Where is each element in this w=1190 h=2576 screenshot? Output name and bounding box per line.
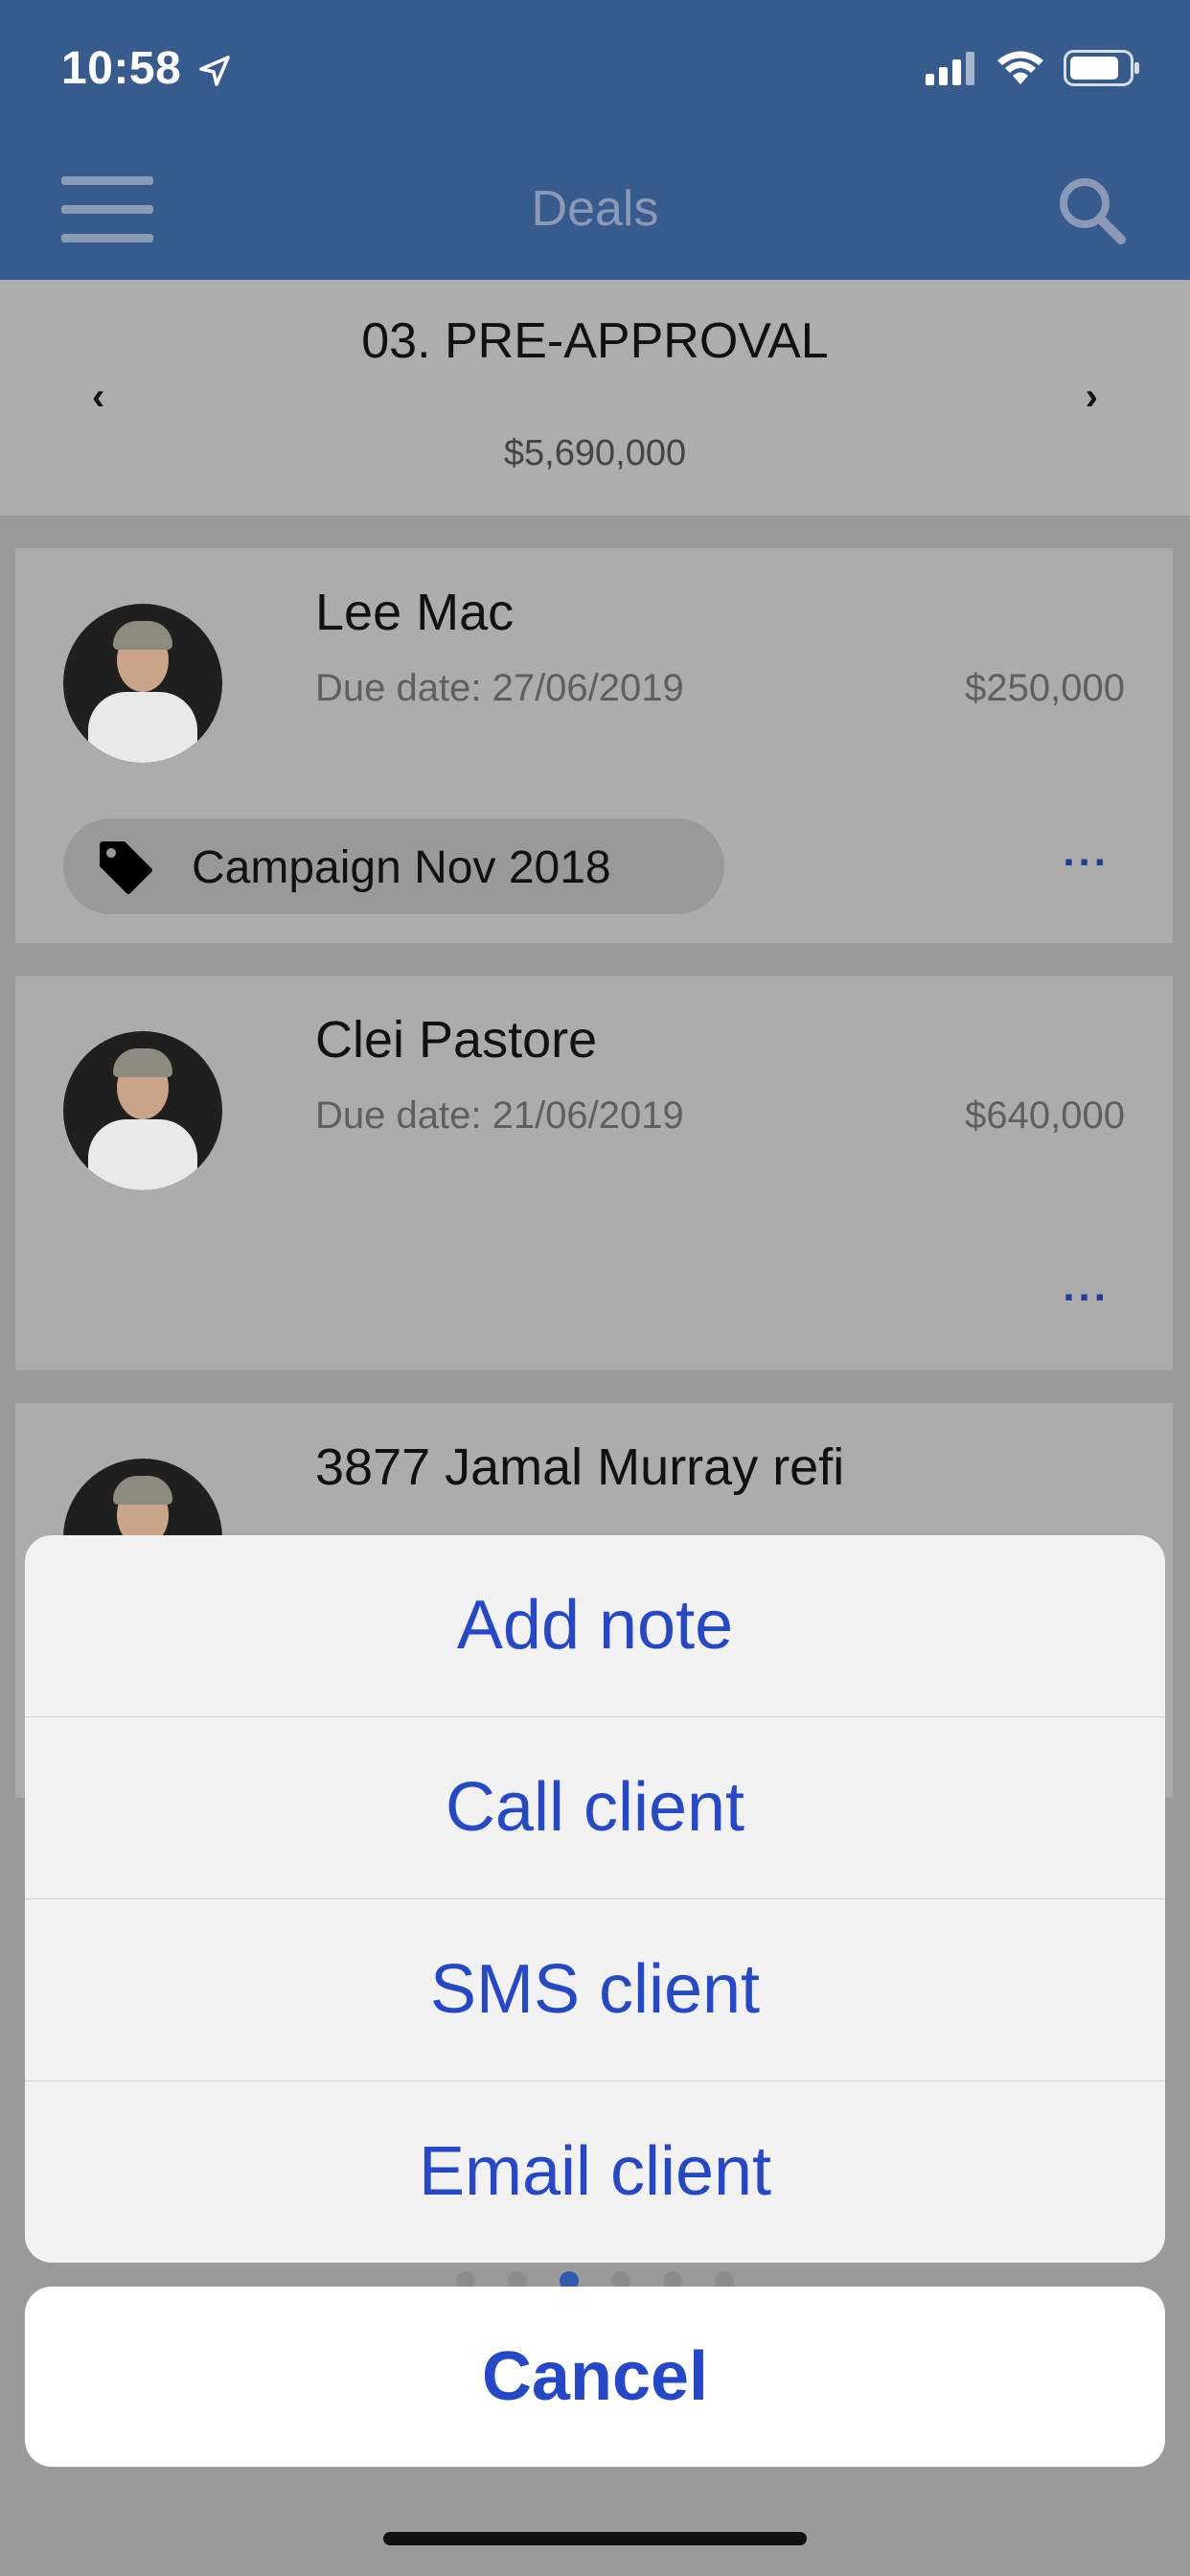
stage-header: ‹ 03. PRE-APPROVAL $5,690,000 › — [0, 280, 1190, 516]
deal-name: Lee Mac — [315, 584, 515, 641]
avatar — [63, 1031, 222, 1190]
deal-name: Clei Pastore — [315, 1011, 598, 1069]
prev-stage-button[interactable]: ‹ — [92, 376, 104, 419]
nav-bar: Deals — [0, 144, 1190, 280]
deal-amount: $250,000 — [965, 667, 1125, 709]
next-stage-button[interactable]: › — [1086, 376, 1098, 419]
add-note-button[interactable]: Add note — [25, 1535, 1165, 1717]
status-icons — [926, 50, 1140, 86]
action-sheet: Add note Call client SMS client Email cl… — [25, 1535, 1165, 2263]
home-indicator[interactable] — [383, 2532, 807, 2545]
stage-title: 03. PRE-APPROVAL — [361, 313, 829, 369]
deal-amount: $640,000 — [965, 1094, 1125, 1137]
email-client-button[interactable]: Email client — [25, 2082, 1165, 2263]
status-bar: 10:58 — [0, 0, 1190, 144]
cancel-button[interactable]: Cancel — [25, 2287, 1165, 2467]
location-arrow-icon — [199, 56, 230, 86]
search-icon[interactable] — [1054, 172, 1131, 249]
campaign-tag-label: Campaign Nov 2018 — [192, 842, 611, 893]
deal-name: 3877 Jamal Murray refi — [315, 1438, 845, 1496]
wifi-icon — [997, 51, 1043, 84]
status-time: 10:58 — [61, 43, 182, 94]
call-client-button[interactable]: Call client — [25, 1717, 1165, 1899]
cellular-signal-icon — [926, 52, 974, 85]
deal-due-date: Due date: 21/06/2019 — [315, 1094, 684, 1137]
avatar — [63, 604, 222, 763]
more-options-button[interactable]: ... — [1063, 1263, 1110, 1311]
tag-icon — [100, 841, 152, 894]
deal-card[interactable]: Clei Pastore Due date: 21/06/2019 $640,0… — [15, 976, 1173, 1370]
more-options-button[interactable]: ... — [1063, 828, 1110, 876]
campaign-tag[interactable]: Campaign Nov 2018 — [63, 818, 724, 914]
page-title: Deals — [531, 181, 659, 237]
stage-total-amount: $5,690,000 — [503, 433, 687, 473]
deal-card[interactable]: Lee Mac Due date: 27/06/2019 $250,000 Ca… — [15, 548, 1173, 943]
battery-icon — [1064, 50, 1139, 86]
deal-due-date: Due date: 27/06/2019 — [315, 667, 684, 709]
sms-client-button[interactable]: SMS client — [25, 1899, 1165, 2082]
